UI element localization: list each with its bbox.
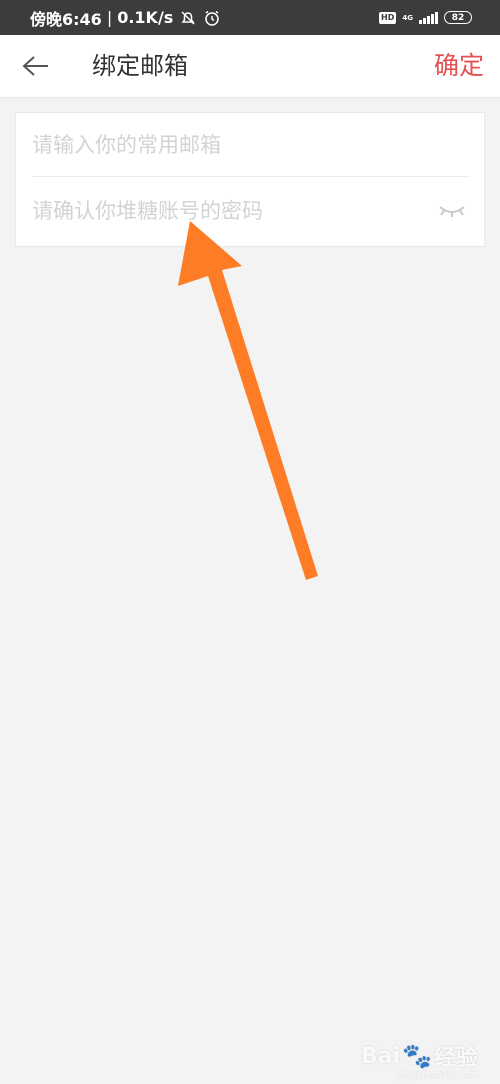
signal-icon bbox=[419, 11, 438, 24]
watermark-subtext: jingyan.baidu.com bbox=[394, 1070, 478, 1080]
email-field-row bbox=[16, 113, 486, 177]
watermark-text-right: 经验 bbox=[433, 1046, 478, 1071]
eye-closed-icon bbox=[439, 206, 465, 217]
arrow-left-icon bbox=[22, 56, 48, 76]
password-field-row bbox=[16, 179, 486, 243]
network-type-label: 4G bbox=[402, 13, 413, 22]
password-input[interactable] bbox=[32, 179, 432, 243]
page-title: 绑定邮箱 bbox=[92, 52, 188, 80]
confirm-button[interactable]: 确定 bbox=[434, 35, 484, 97]
email-input[interactable] bbox=[32, 113, 432, 177]
alarm-icon bbox=[203, 9, 221, 27]
back-button[interactable] bbox=[20, 50, 52, 82]
status-time: 傍晚6:46 bbox=[30, 9, 102, 29]
status-left: 傍晚6:46 | 0.1K/s bbox=[30, 0, 221, 35]
network-type: 4G bbox=[402, 14, 413, 22]
status-right: HD 4G 82 bbox=[379, 0, 472, 35]
app-header: 绑定邮箱 确定 bbox=[0, 35, 500, 98]
battery-level: 82 bbox=[451, 12, 465, 23]
field-divider bbox=[32, 176, 470, 177]
status-bar: 傍晚6:46 | 0.1K/s HD 4G 82 bbox=[0, 0, 500, 35]
baidu-watermark: Bai 🐾 经验 jingyan.baidu.com bbox=[360, 1040, 478, 1080]
do-not-disturb-icon bbox=[179, 9, 197, 27]
paw-icon: 🐾 bbox=[402, 1042, 432, 1070]
status-separator: | bbox=[106, 8, 113, 27]
battery-icon: 82 bbox=[444, 11, 472, 24]
watermark-text-left: Bai bbox=[360, 1043, 401, 1069]
status-network-speed: 0.1K/s bbox=[117, 8, 174, 27]
annotation-arrow-shape bbox=[178, 221, 318, 580]
bind-email-form bbox=[15, 112, 485, 247]
hd-badge: HD bbox=[379, 11, 397, 24]
show-password-toggle[interactable] bbox=[436, 199, 468, 223]
